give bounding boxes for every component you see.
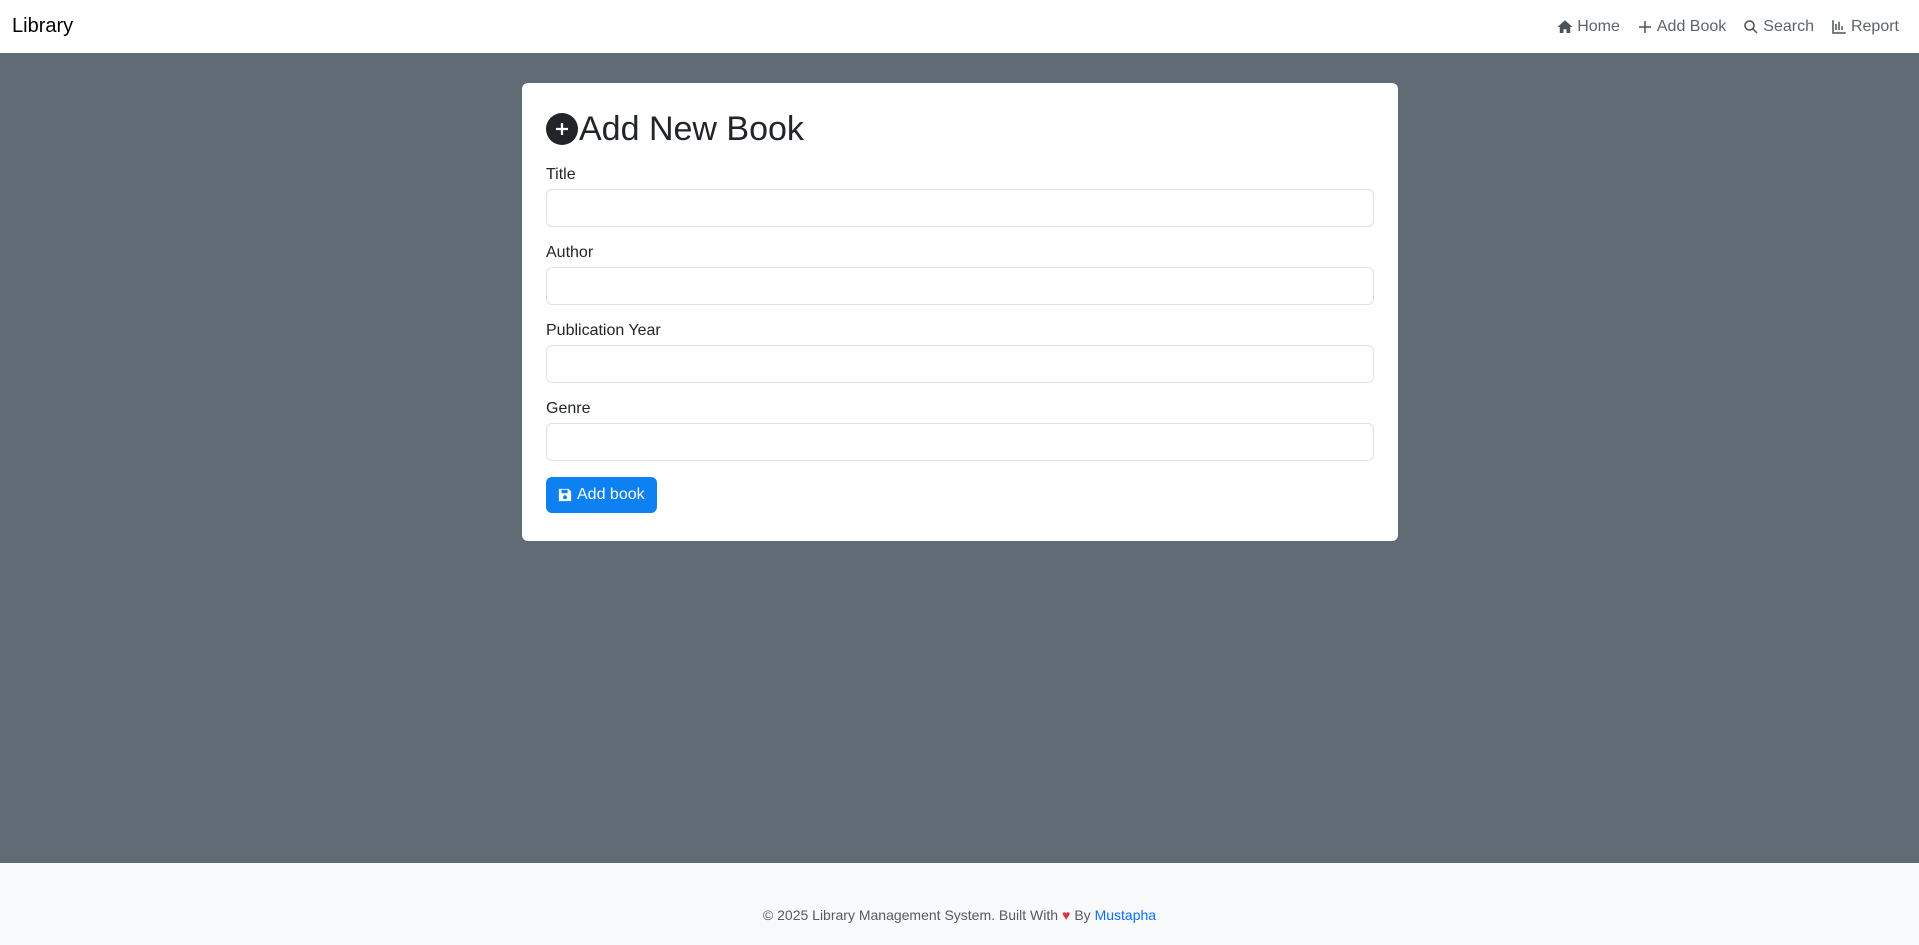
nav-links: Home Add Book Search Report [1548,18,1907,36]
nav-link-home-label: Home [1577,17,1620,35]
nav-link-report-label: Report [1850,17,1899,35]
title-input[interactable] [546,189,1374,227]
title-field-group: Title [546,165,1374,227]
title-label: Title [546,166,576,183]
plus-icon [1638,20,1651,33]
nav-link-add-book-label: Add Book [1656,17,1727,35]
footer: © 2025 Library Management System. Built … [0,863,1919,945]
genre-label: Genre [546,400,591,417]
heart-icon: ♥ [1062,907,1071,923]
footer-author-link[interactable]: Mustapha [1095,907,1156,923]
chart-icon [1832,19,1846,34]
publication-year-field-group: Publication Year [546,321,1374,383]
nav-link-home[interactable]: Home [1548,18,1628,36]
nav-link-search-label: Search [1763,17,1814,35]
home-icon [1557,19,1573,33]
add-book-card: Add New Book Title Author Publication Ye… [522,83,1398,541]
navbar-brand[interactable]: Library [12,15,73,38]
nav-link-add-book[interactable]: Add Book [1628,18,1734,36]
genre-input[interactable] [546,423,1374,461]
plus-circle-icon [546,113,578,145]
publication-year-label: Publication Year [546,322,661,339]
author-field-group: Author [546,243,1374,305]
genre-field-group: Genre [546,399,1374,461]
author-input[interactable] [546,267,1374,305]
footer-by: By [1074,907,1091,923]
publication-year-input[interactable] [546,345,1374,383]
page-title: Add New Book [546,107,1374,151]
top-navbar: Library Home Add Book Search Report [0,0,1919,53]
add-book-button[interactable]: Add book [546,477,657,513]
search-icon [1744,19,1758,34]
add-book-button-label: Add book [577,486,645,503]
author-label: Author [546,244,594,261]
nav-link-search[interactable]: Search [1734,18,1822,36]
save-icon [558,488,572,502]
nav-link-report[interactable]: Report [1822,18,1907,36]
footer-copyright: © 2025 Library Management System. Built … [762,907,1059,923]
page-title-text: Add New Book [579,109,804,148]
